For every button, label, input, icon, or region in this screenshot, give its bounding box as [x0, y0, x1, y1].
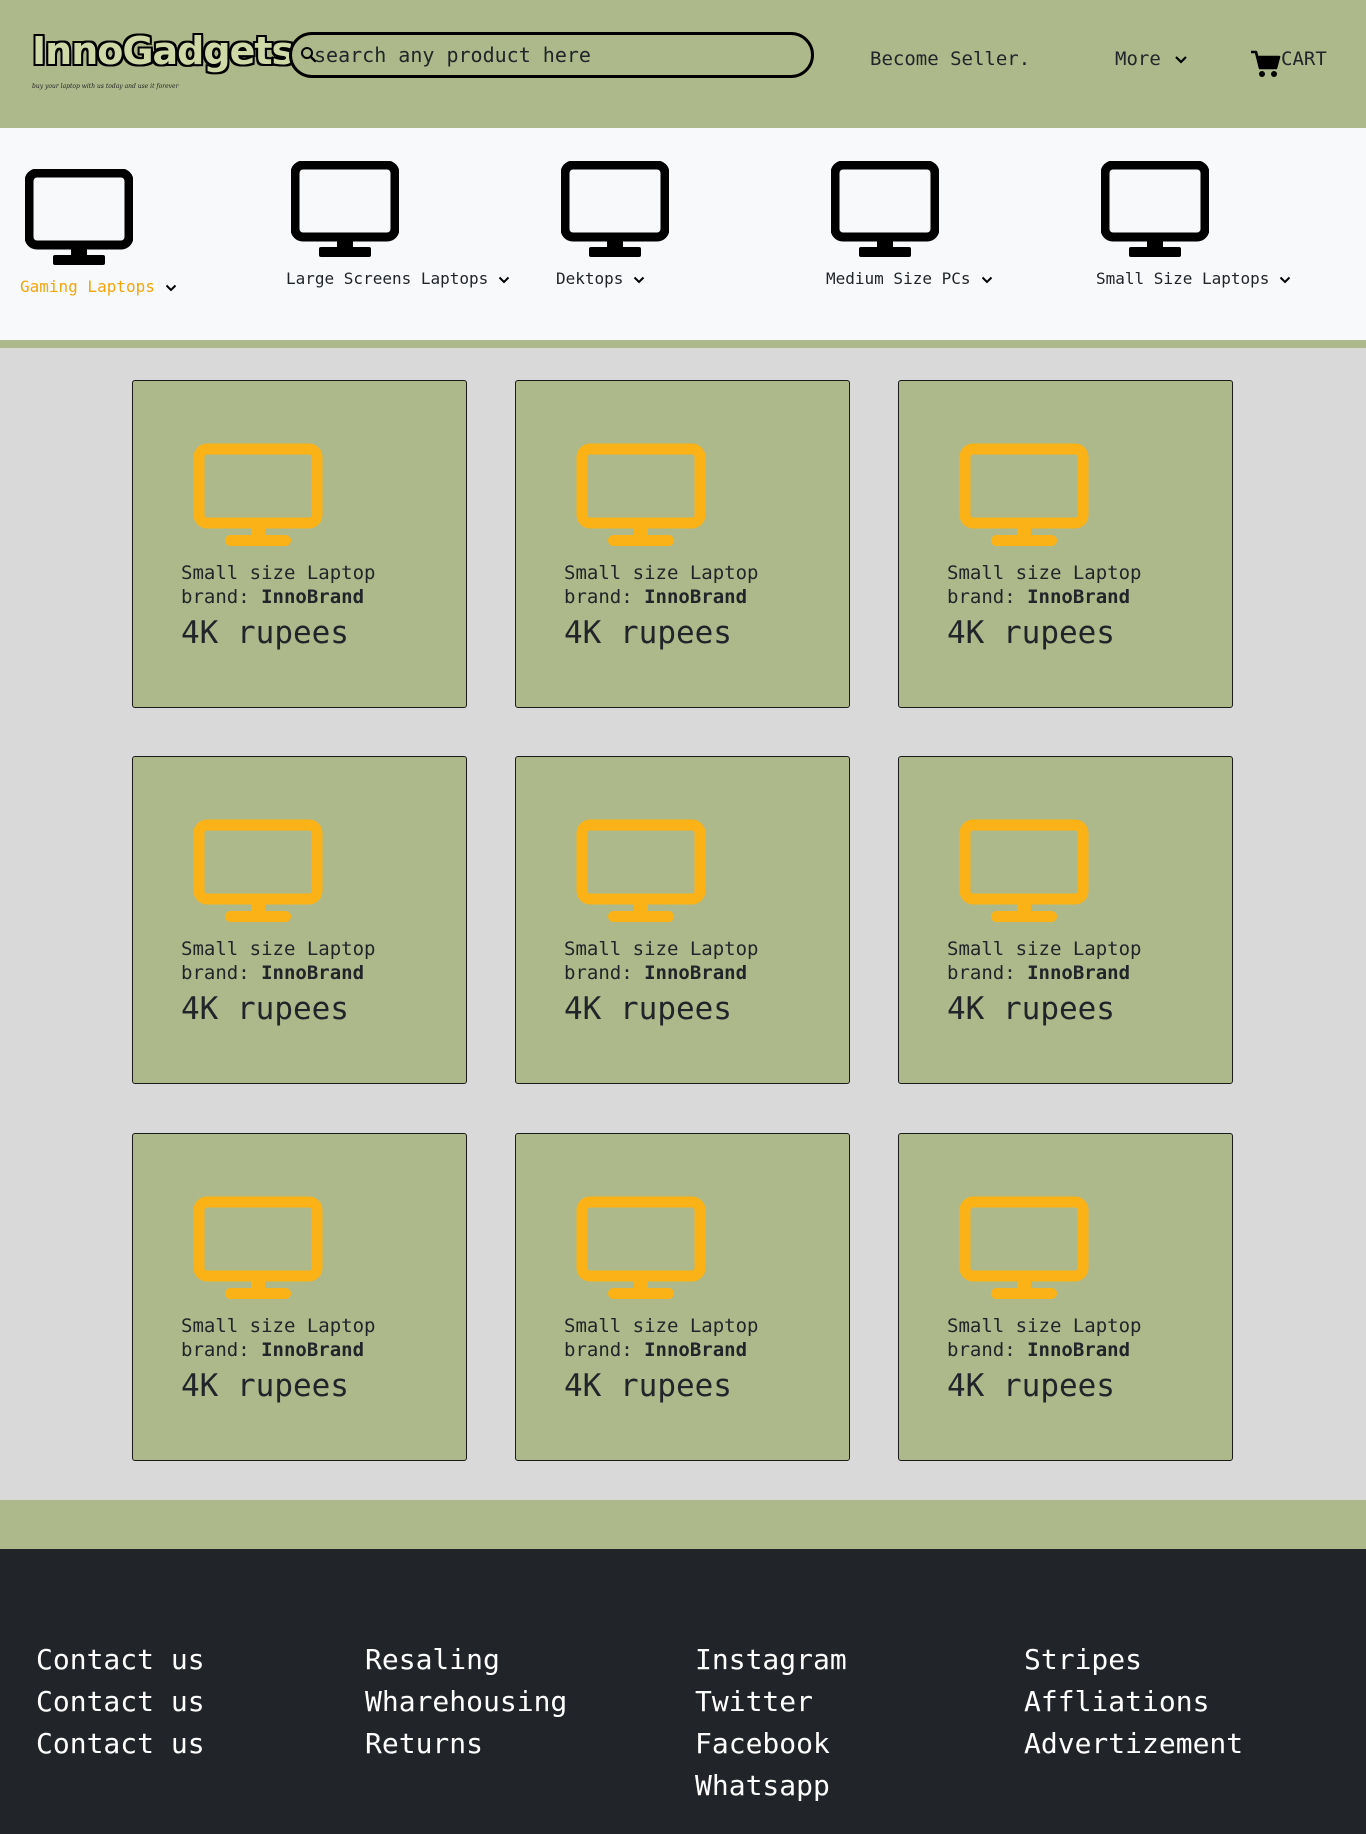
- product-card[interactable]: Small size Laptop brand: InnoBrand 4K ru…: [132, 756, 467, 1084]
- desktop-monitor-icon: [576, 1196, 706, 1299]
- product-price: 4K rupees: [564, 991, 732, 1027]
- footer-link-advertizement[interactable]: Advertizement: [1024, 1723, 1243, 1765]
- product-card[interactable]: Small size Laptop brand: InnoBrand 4K ru…: [132, 380, 467, 708]
- product-price: 4K rupees: [181, 1368, 349, 1404]
- chevron-down-icon: [1175, 55, 1187, 64]
- category-large-screens-laptops[interactable]: Large Screens Laptops: [270, 128, 530, 340]
- product-brand: brand: InnoBrand: [181, 1339, 365, 1361]
- desktop-monitor-icon: [831, 161, 939, 257]
- footer-link-returns[interactable]: Returns: [365, 1723, 567, 1765]
- category-divider: [0, 340, 1366, 348]
- desktop-monitor-icon: [25, 169, 133, 265]
- footer-link-wharehousing[interactable]: Wharehousing: [365, 1681, 567, 1723]
- footer-link-affliations[interactable]: Affliations: [1024, 1681, 1243, 1723]
- logo-tagline: buy your laptop with us today and use it…: [32, 83, 179, 90]
- footer-link-contact-us[interactable]: Contact us: [36, 1723, 205, 1765]
- footer-link-stripes[interactable]: Stripes: [1024, 1639, 1243, 1681]
- footer-link-twitter[interactable]: Twitter: [695, 1681, 847, 1723]
- footer-link-whatsapp[interactable]: Whatsapp: [695, 1765, 847, 1807]
- more-label: More: [1115, 48, 1161, 70]
- product-brand: brand: InnoBrand: [947, 586, 1131, 608]
- site-footer: Contact us Contact us Contact us Resalin…: [0, 1549, 1366, 1834]
- desktop-monitor-icon: [193, 819, 323, 922]
- category-label: Small Size Laptops: [1096, 269, 1291, 288]
- product-title: Small size Laptop: [181, 1315, 376, 1337]
- desktop-monitor-icon: [291, 161, 399, 257]
- category-bar: Gaming Laptops Large Screens Laptops Dek…: [0, 128, 1366, 340]
- search-input[interactable]: [314, 41, 794, 69]
- product-card[interactable]: Small size Laptop brand: InnoBrand 4K ru…: [898, 380, 1233, 708]
- desktop-monitor-icon: [959, 819, 1089, 922]
- footer-link-resaling[interactable]: Resaling: [365, 1639, 567, 1681]
- footer-column-business: Stripes Affliations Advertizement: [1024, 1639, 1243, 1765]
- chevron-down-icon: [981, 276, 992, 283]
- product-title: Small size Laptop: [947, 1315, 1142, 1337]
- category-small-size-laptops[interactable]: Small Size Laptops: [1080, 128, 1350, 340]
- product-price: 4K rupees: [564, 1368, 732, 1404]
- product-card[interactable]: Small size Laptop brand: InnoBrand 4K ru…: [515, 1133, 850, 1461]
- product-price: 4K rupees: [181, 615, 349, 651]
- chevron-down-icon: [1280, 276, 1291, 283]
- product-price: 4K rupees: [181, 991, 349, 1027]
- logo-text: InnoGadgets: [32, 29, 294, 73]
- category-label: Dektops: [556, 269, 645, 288]
- footer-link-contact-us[interactable]: Contact us: [36, 1639, 205, 1681]
- category-label: Large Screens Laptops: [286, 269, 510, 288]
- footer-link-instagram[interactable]: Instagram: [695, 1639, 847, 1681]
- product-title: Small size Laptop: [947, 938, 1142, 960]
- footer-link-contact-us[interactable]: Contact us: [36, 1681, 205, 1723]
- footer-column-contact: Contact us Contact us Contact us: [36, 1639, 205, 1765]
- cart-icon: [1251, 50, 1281, 77]
- product-price: 4K rupees: [564, 615, 732, 651]
- category-label: Medium Size PCs: [826, 269, 993, 288]
- product-title: Small size Laptop: [564, 562, 759, 584]
- desktop-monitor-icon: [959, 443, 1089, 546]
- category-label: Gaming Laptops: [20, 277, 177, 296]
- chevron-down-icon: [634, 276, 645, 283]
- product-brand: brand: InnoBrand: [564, 1339, 748, 1361]
- product-title: Small size Laptop: [181, 562, 376, 584]
- desktop-monitor-icon: [576, 819, 706, 922]
- product-card[interactable]: Small size Laptop brand: InnoBrand 4K ru…: [132, 1133, 467, 1461]
- site-logo[interactable]: InnoGadgets buy your laptop with us toda…: [32, 28, 294, 98]
- chevron-down-icon: [165, 284, 177, 291]
- search-bar: [289, 32, 814, 78]
- chevron-down-icon: [499, 276, 510, 283]
- product-brand: brand: InnoBrand: [564, 586, 748, 608]
- footer-link-facebook[interactable]: Facebook: [695, 1723, 847, 1765]
- desktop-monitor-icon: [193, 443, 323, 546]
- category-gaming-laptops[interactable]: Gaming Laptops: [0, 128, 260, 340]
- product-brand: brand: InnoBrand: [947, 962, 1131, 984]
- product-title: Small size Laptop: [947, 562, 1142, 584]
- footer-column-services: Resaling Wharehousing Returns: [365, 1639, 567, 1765]
- product-brand: brand: InnoBrand: [181, 586, 365, 608]
- desktop-monitor-icon: [576, 443, 706, 546]
- become-seller-link[interactable]: Become Seller.: [870, 48, 1030, 70]
- product-brand: brand: InnoBrand: [564, 962, 748, 984]
- desktop-monitor-icon: [561, 161, 669, 257]
- footer-column-social: Instagram Twitter Facebook Whatsapp: [695, 1639, 847, 1807]
- product-brand: brand: InnoBrand: [947, 1339, 1131, 1361]
- product-title: Small size Laptop: [564, 1315, 759, 1337]
- product-title: Small size Laptop: [564, 938, 759, 960]
- more-dropdown[interactable]: More: [1115, 48, 1188, 70]
- desktop-monitor-icon: [193, 1196, 323, 1299]
- product-price: 4K rupees: [947, 1368, 1115, 1404]
- cart-label: CART: [1281, 48, 1327, 70]
- category-dektops[interactable]: Dektops: [540, 128, 800, 340]
- product-price: 4K rupees: [947, 615, 1115, 651]
- footer-band: [0, 1500, 1366, 1549]
- product-card[interactable]: Small size Laptop brand: InnoBrand 4K ru…: [515, 756, 850, 1084]
- site-header: InnoGadgets buy your laptop with us toda…: [0, 0, 1366, 128]
- product-brand: brand: InnoBrand: [181, 962, 365, 984]
- product-card[interactable]: Small size Laptop brand: InnoBrand 4K ru…: [515, 380, 850, 708]
- category-medium-size-pcs[interactable]: Medium Size PCs: [810, 128, 1070, 340]
- desktop-monitor-icon: [1101, 161, 1209, 257]
- product-title: Small size Laptop: [181, 938, 376, 960]
- product-card[interactable]: Small size Laptop brand: InnoBrand 4K ru…: [898, 1133, 1233, 1461]
- product-price: 4K rupees: [947, 991, 1115, 1027]
- product-card[interactable]: Small size Laptop brand: InnoBrand 4K ru…: [898, 756, 1233, 1084]
- desktop-monitor-icon: [959, 1196, 1089, 1299]
